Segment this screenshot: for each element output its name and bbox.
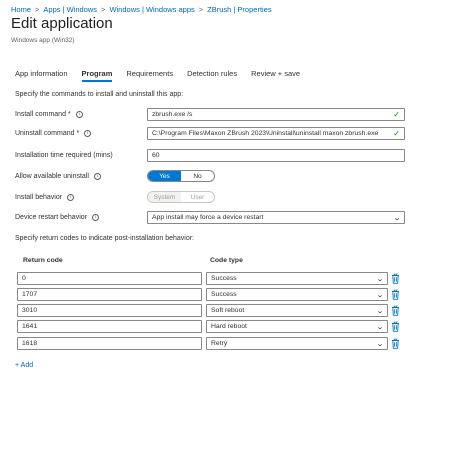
tab-review-save[interactable]: Review + save bbox=[251, 69, 300, 82]
info-icon[interactable]: i bbox=[93, 173, 101, 180]
code-type-dropdown[interactable]: Success ⌄ bbox=[206, 288, 388, 301]
return-code-header: Return code bbox=[23, 257, 63, 264]
page-subtitle: Windows app (Win32) bbox=[11, 37, 75, 44]
install-behavior-label: Install behavior i bbox=[15, 194, 147, 201]
code-type-dropdown[interactable]: Hard reboot ⌄ bbox=[206, 320, 388, 333]
install-behavior-toggle: System User bbox=[147, 191, 215, 203]
allow-uninstall-toggle: Yes No bbox=[147, 170, 215, 182]
program-intro-text: Specify the commands to install and unin… bbox=[15, 91, 184, 98]
code-type-dropdown[interactable]: Retry ⌄ bbox=[206, 337, 388, 350]
return-code-input[interactable]: 3010 bbox=[17, 304, 202, 317]
chevron-down-icon: ⌄ bbox=[375, 340, 385, 348]
breadcrumb-separator: > bbox=[35, 5, 40, 14]
return-codes-intro: Specify return codes to indicate post-in… bbox=[15, 235, 194, 242]
breadcrumb: Home > Apps | Windows > Windows | Window… bbox=[11, 5, 272, 14]
tab-detection-rules[interactable]: Detection rules bbox=[187, 69, 237, 82]
allow-uninstall-yes[interactable]: Yes bbox=[148, 171, 181, 181]
breadcrumb-home[interactable]: Home bbox=[11, 5, 31, 14]
code-type-dropdown[interactable]: Soft reboot ⌄ bbox=[206, 304, 388, 317]
info-icon[interactable]: i bbox=[91, 214, 99, 221]
allow-uninstall-no[interactable]: No bbox=[181, 171, 214, 181]
code-type-header: Code type bbox=[210, 257, 243, 264]
breadcrumb-windows-apps[interactable]: Windows | Windows apps bbox=[109, 5, 194, 14]
tab-program[interactable]: Program bbox=[81, 69, 112, 82]
return-code-input[interactable]: 0 bbox=[17, 272, 202, 285]
breadcrumb-zbrush-properties[interactable]: ZBrush | Properties bbox=[207, 5, 271, 14]
chevron-down-icon: ⌄ bbox=[375, 275, 385, 283]
info-icon[interactable]: i bbox=[84, 130, 92, 137]
chevron-down-icon: ⌄ bbox=[392, 214, 402, 222]
trash-icon[interactable] bbox=[391, 289, 400, 300]
install-time-input[interactable]: 60 bbox=[147, 149, 405, 162]
breadcrumb-apps-windows[interactable]: Apps | Windows bbox=[43, 5, 97, 14]
return-code-input[interactable]: 1618 bbox=[17, 337, 202, 350]
uninstall-command-label: Uninstall command * i bbox=[15, 130, 147, 137]
chevron-down-icon: ⌄ bbox=[375, 323, 385, 331]
breadcrumb-separator: > bbox=[198, 5, 204, 14]
install-behavior-user[interactable]: User bbox=[181, 192, 214, 202]
chevron-down-icon: ⌄ bbox=[375, 307, 385, 315]
trash-icon[interactable] bbox=[391, 305, 400, 316]
page-title: Edit application bbox=[11, 15, 113, 32]
tab-app-information[interactable]: App information bbox=[15, 69, 68, 82]
restart-behavior-dropdown[interactable]: App install may force a device restart ⌄ bbox=[147, 211, 405, 224]
tab-requirements[interactable]: Requirements bbox=[126, 69, 173, 82]
info-icon[interactable]: i bbox=[75, 111, 83, 118]
uninstall-command-input[interactable]: C:\Program Files\Maxon ZBrush 2023\Unins… bbox=[147, 127, 405, 140]
trash-icon[interactable] bbox=[391, 273, 400, 284]
trash-icon[interactable] bbox=[391, 338, 400, 349]
checkmark-icon: ✓ bbox=[393, 129, 400, 138]
allow-uninstall-label: Allow available uninstall i bbox=[15, 173, 147, 180]
tab-bar: App information Program Requirements Det… bbox=[15, 69, 314, 82]
return-code-input[interactable]: 1707 bbox=[17, 288, 202, 301]
checkmark-icon: ✓ bbox=[393, 110, 400, 119]
install-command-input[interactable]: zbrush.exe /s ✓ bbox=[147, 108, 405, 121]
add-return-code-link[interactable]: + Add bbox=[15, 362, 33, 369]
breadcrumb-separator: > bbox=[101, 5, 106, 14]
install-time-label: Installation time required (mins) bbox=[15, 152, 113, 159]
install-command-label: Install command * i bbox=[15, 111, 147, 118]
trash-icon[interactable] bbox=[391, 321, 400, 332]
info-icon[interactable]: i bbox=[67, 194, 75, 201]
code-type-dropdown[interactable]: Success ⌄ bbox=[206, 272, 388, 285]
chevron-down-icon: ⌄ bbox=[375, 291, 385, 299]
return-code-input[interactable]: 1641 bbox=[17, 320, 202, 333]
restart-behavior-label: Device restart behavior i bbox=[15, 214, 147, 221]
install-behavior-system[interactable]: System bbox=[148, 192, 181, 202]
